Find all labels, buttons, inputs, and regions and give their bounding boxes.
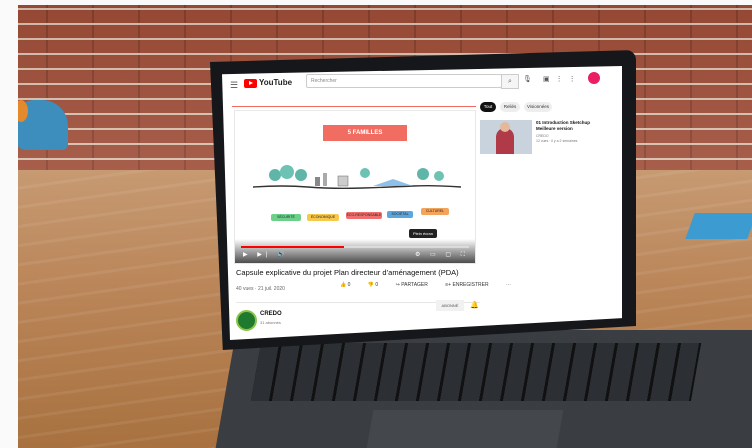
image-left-border [0, 0, 18, 448]
share-label: PARTAGER [401, 282, 428, 288]
progress-fill [241, 246, 344, 248]
avatar[interactable] [588, 72, 600, 84]
blue-mat [685, 213, 752, 239]
dislike-button[interactable]: 👎 0 [368, 282, 386, 288]
save-label: ENREGISTRER [452, 282, 489, 288]
slide-title: 5 FAMILLES [323, 125, 407, 141]
menu-icon[interactable]: ☰ [230, 80, 238, 91]
laptop-screen: ☰ YouTube Rechercher ⌕ 🎙 ▣⋮⋮ 5 FAMILLES [222, 66, 622, 340]
chip-related[interactable]: Reliés [500, 102, 520, 112]
recommended-title[interactable]: 01 Introduction Sketchup Meilleure versi… [536, 120, 606, 132]
play-pause-icon[interactable]: ▶ ▶| 🔊 [243, 251, 289, 258]
slide-top-border [232, 106, 476, 107]
laptop-keyboard [250, 343, 702, 401]
laptop-trackpad [366, 410, 564, 448]
recommended-meta: 12 vues · il y a 2 semaines [536, 139, 578, 143]
category-pill: CULTUREL [421, 208, 449, 215]
image-top-border [0, 0, 752, 5]
category-pill: ÉCONOMIQUE [307, 214, 339, 221]
channel-name[interactable]: CREDO [260, 311, 282, 317]
chip-watched[interactable]: Visionnées [524, 102, 552, 112]
fullscreen-tooltip: Plein écran [409, 229, 437, 238]
like-count: 0 [347, 282, 351, 288]
video-player[interactable]: 5 FAMILLES SÉCURITÉ ÉCONOMIQUE ÉCO-RESPO… [234, 110, 476, 264]
header-icons[interactable]: ▣⋮⋮ [543, 75, 582, 83]
video-meta: 40 vues · 21 juil. 2020 [236, 286, 285, 292]
mic-icon[interactable]: 🎙 [523, 75, 532, 83]
chip-all[interactable]: Tout [480, 102, 496, 112]
share-button[interactable]: ↪ PARTAGER [396, 282, 436, 288]
search-input[interactable]: Rechercher [306, 74, 502, 88]
subscribe-button[interactable]: ABONNÉ [436, 300, 464, 311]
channel-avatar[interactable] [236, 310, 257, 331]
youtube-wordmark[interactable]: YouTube [259, 78, 292, 87]
category-pill: ÉCO-RESPONSABLE [346, 212, 382, 219]
category-pill: SOCIÉTAL [387, 211, 413, 218]
photo-scene: ☰ YouTube Rechercher ⌕ 🎙 ▣⋮⋮ 5 FAMILLES [0, 0, 752, 448]
video-actions: 👍 0 👎 0 ↪ PARTAGER ≡+ ENREGISTRER ⋯ [340, 282, 519, 288]
more-icon[interactable]: ⋯ [506, 282, 511, 288]
video-title: Capsule explicative du projet Plan direc… [236, 268, 459, 277]
settings-icon[interactable]: ⚙ ▭ ▢ ⛶ [415, 251, 469, 259]
category-pill: SÉCURITÉ [271, 214, 301, 221]
person-head [500, 122, 510, 132]
recommended-thumbnail[interactable] [480, 120, 532, 154]
like-button[interactable]: 👍 0 [340, 282, 358, 288]
play-icon [249, 81, 253, 85]
progress-bar[interactable] [241, 246, 469, 248]
landscape-illustration [253, 165, 461, 190]
bell-icon[interactable]: 🔔 [470, 301, 479, 309]
save-button[interactable]: ≡+ ENREGISTRER [445, 282, 496, 288]
dislike-count: 0 [375, 282, 379, 288]
recommended-channel: CREDO [536, 134, 549, 138]
search-icon[interactable]: ⌕ [501, 74, 519, 89]
channel-subscribers: 31 abonnés [260, 320, 281, 325]
